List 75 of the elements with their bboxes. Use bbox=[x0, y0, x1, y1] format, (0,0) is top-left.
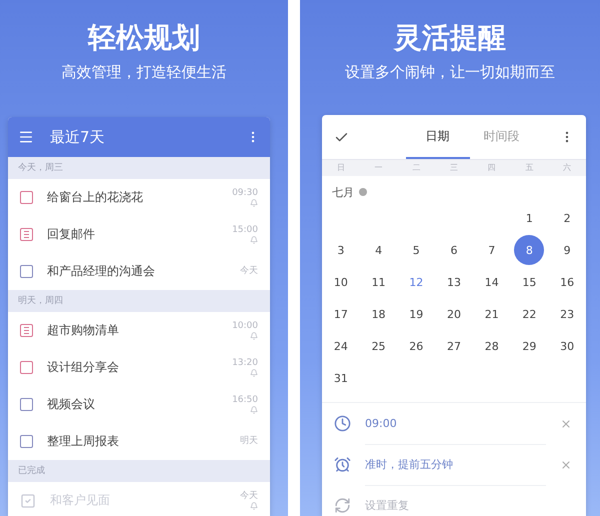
task-title: 和产品经理的沟通会 bbox=[47, 263, 156, 280]
calendar-day[interactable]: 6 bbox=[438, 235, 469, 265]
option-text[interactable]: 准时，提前五分钟 bbox=[365, 444, 546, 486]
task-title: 给窗台上的花浇花 bbox=[47, 189, 144, 206]
close-icon[interactable] bbox=[560, 458, 572, 470]
calendar-day[interactable]: 20 bbox=[438, 299, 469, 329]
option-text[interactable]: 09:00 bbox=[365, 402, 546, 444]
calendar-day[interactable]: 4 bbox=[364, 235, 394, 265]
task-title: 超市购物清单 bbox=[47, 322, 120, 339]
calendar-day[interactable]: 24 bbox=[326, 331, 356, 361]
task-time: 今天 bbox=[240, 266, 258, 277]
weekday-label: 五 bbox=[524, 162, 534, 174]
calendar-day[interactable]: 30 bbox=[552, 331, 582, 361]
calendar-day[interactable]: 9 bbox=[552, 235, 582, 265]
task-time: 10:00 bbox=[232, 321, 258, 332]
task-title: 设计组分享会 bbox=[47, 359, 120, 376]
checkbox[interactable] bbox=[20, 361, 33, 374]
note-checkbox[interactable] bbox=[20, 324, 33, 337]
calendar-day[interactable]: 31 bbox=[326, 363, 356, 393]
task-time: 今天 bbox=[240, 491, 258, 502]
calendar-day[interactable]: 16 bbox=[552, 267, 582, 297]
calendar-day[interactable]: 3 bbox=[326, 235, 356, 265]
checkbox[interactable] bbox=[20, 191, 33, 204]
task-time: 09:30 bbox=[232, 188, 258, 199]
month-label: 七月 bbox=[332, 184, 354, 200]
subheadline: 设置多个闹钟，让一切如期而至 bbox=[345, 62, 555, 82]
task-title: 视频会议 bbox=[47, 396, 96, 413]
section-header: 已完成 bbox=[8, 460, 270, 482]
calendar-day[interactable]: 7 bbox=[476, 235, 507, 265]
task-time: 13:20 bbox=[232, 358, 258, 369]
close-icon[interactable] bbox=[560, 418, 572, 430]
checked-checkbox[interactable] bbox=[20, 492, 36, 508]
weekday-label: 日 bbox=[336, 162, 346, 174]
list-title: 最近7天 bbox=[50, 128, 106, 146]
calendar-day[interactable]: 18 bbox=[364, 299, 394, 329]
section-header: 明天，周四 bbox=[8, 290, 270, 312]
calendar-day[interactable]: 5 bbox=[401, 235, 432, 265]
weekday-label: 六 bbox=[562, 162, 572, 174]
checkbox[interactable] bbox=[20, 398, 33, 411]
calendar-day[interactable]: 13 bbox=[438, 267, 469, 297]
calendar-day[interactable]: 10 bbox=[326, 267, 356, 297]
task-time: 15:00 bbox=[232, 225, 258, 236]
task-title: 整理上周报表 bbox=[47, 433, 120, 450]
calendar-day[interactable]: 8 bbox=[514, 235, 544, 265]
checkbox[interactable] bbox=[20, 265, 33, 278]
subheadline: 高效管理，打造轻便生活 bbox=[62, 62, 226, 82]
task-time: 明天 bbox=[240, 436, 258, 447]
calendar-day[interactable]: 11 bbox=[364, 267, 394, 297]
weekday-label: 四 bbox=[486, 162, 497, 174]
headline: 灵活提醒 bbox=[394, 20, 506, 56]
calendar-day[interactable]: 23 bbox=[552, 299, 582, 329]
calendar-day[interactable]: 12 bbox=[401, 267, 432, 297]
weekday-label: 二 bbox=[411, 162, 422, 174]
calendar-day[interactable]: 14 bbox=[476, 267, 507, 297]
weekday-label: 三 bbox=[448, 162, 459, 174]
calendar-day[interactable]: 1 bbox=[514, 203, 544, 233]
task-time: 16:50 bbox=[232, 395, 258, 406]
calendar-day[interactable]: 25 bbox=[364, 331, 394, 361]
task-title: 回复邮件 bbox=[47, 226, 96, 243]
note-checkbox[interactable] bbox=[20, 228, 33, 241]
checkbox[interactable] bbox=[20, 435, 33, 448]
menu-icon[interactable] bbox=[18, 129, 34, 145]
calendar-day[interactable]: 15 bbox=[514, 267, 544, 297]
calendar-day[interactable]: 19 bbox=[401, 299, 432, 329]
dot-icon bbox=[359, 188, 367, 196]
calendar-day[interactable]: 26 bbox=[401, 331, 432, 361]
calendar-day[interactable]: 22 bbox=[514, 299, 544, 329]
calendar-day[interactable]: 2 bbox=[552, 203, 582, 233]
calendar-day[interactable]: 29 bbox=[514, 331, 544, 361]
calendar-day[interactable]: 17 bbox=[326, 299, 356, 329]
calendar-day[interactable]: 27 bbox=[438, 331, 469, 361]
headline: 轻松规划 bbox=[88, 20, 200, 56]
calendar-day[interactable]: 21 bbox=[476, 299, 507, 329]
calendar-day[interactable]: 28 bbox=[476, 331, 507, 361]
section-header: 今天，周三 bbox=[8, 157, 270, 179]
